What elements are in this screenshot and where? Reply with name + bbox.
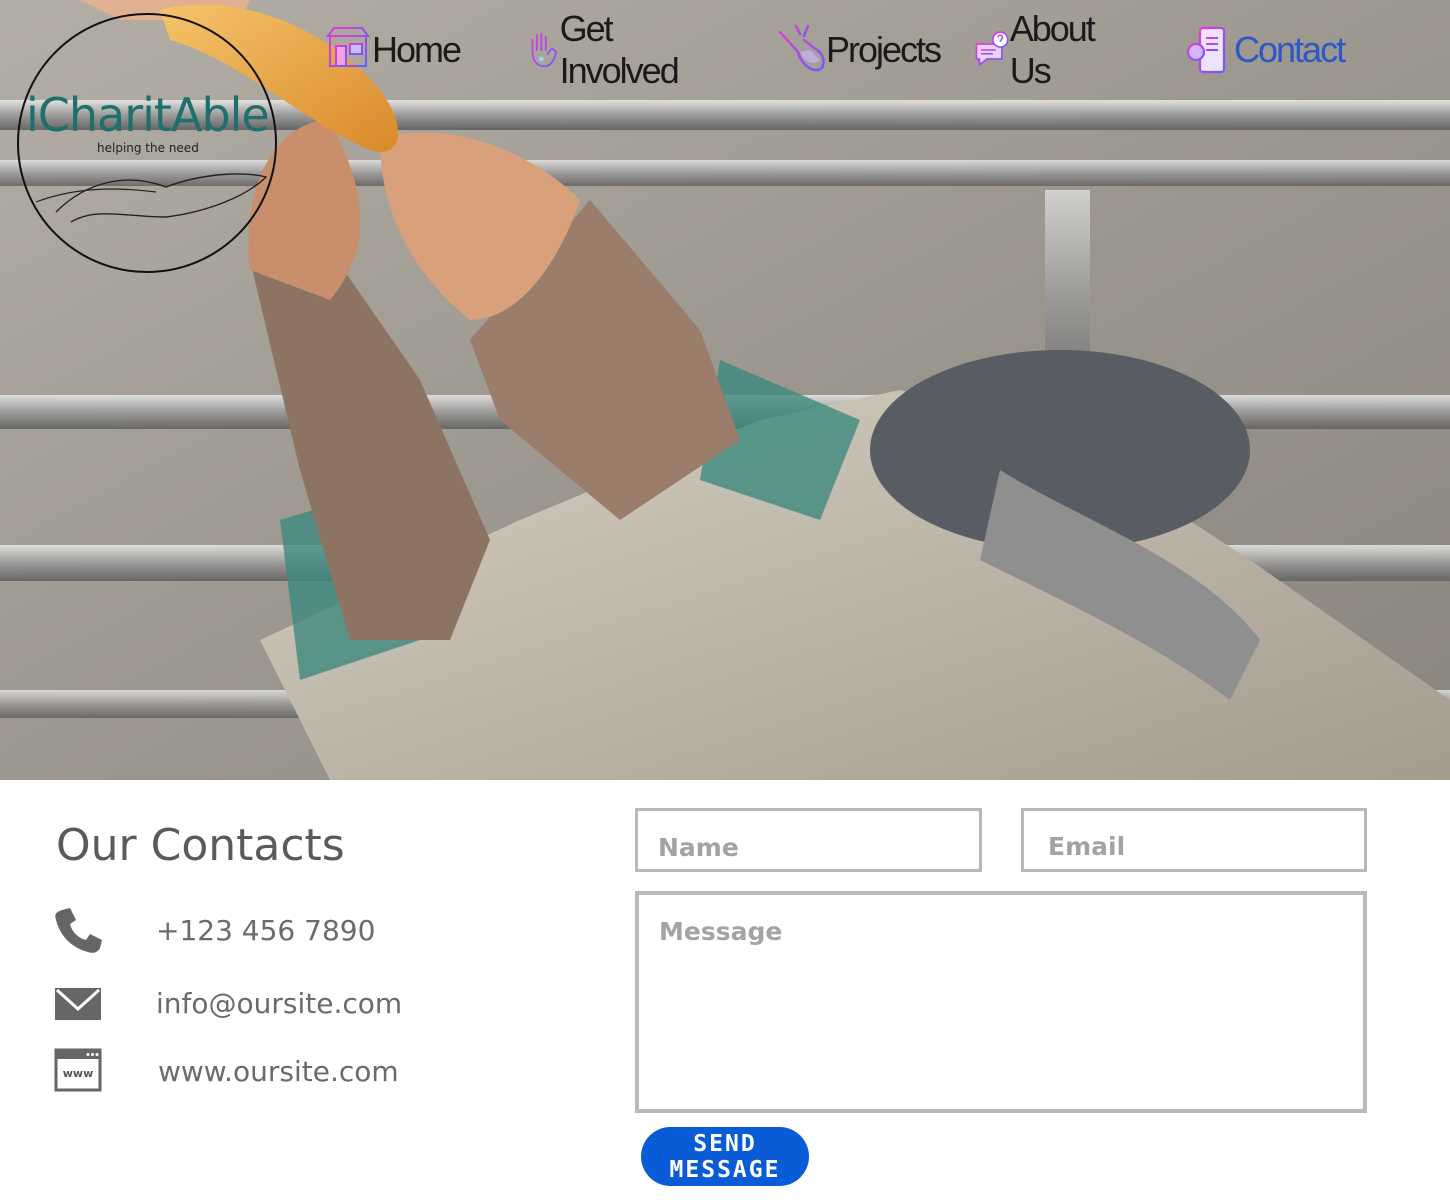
nav-item-about-us[interactable]: About Us (972, 8, 1108, 91)
contact-email[interactable]: info@oursite.com (156, 987, 402, 1020)
name-field[interactable] (635, 808, 982, 872)
nav-item-contact[interactable]: Contact (1182, 18, 1346, 82)
browser-www-icon: www (54, 1048, 102, 1092)
brand-tagline: helping the need (97, 141, 199, 155)
contact-phone[interactable]: +123 456 7890 (156, 914, 375, 947)
email-input[interactable] (1048, 823, 1340, 869)
envelope-icon (55, 988, 101, 1020)
nav-label-contact: Contact (1234, 29, 1346, 70)
email-field[interactable] (1021, 808, 1367, 872)
chat-question-icon (975, 31, 1009, 67)
message-textarea[interactable] (659, 917, 1343, 1087)
nav-label-home: Home (372, 29, 462, 70)
contact-website-row: www www.oursite.com (54, 1046, 399, 1096)
nav-label-projects: Projects (826, 29, 942, 70)
contact-book-icon (1186, 26, 1228, 74)
contact-phone-row: +123 456 7890 (54, 905, 375, 955)
nav-item-get-involved[interactable]: Get Involved (522, 8, 692, 91)
phone-icon (55, 908, 102, 953)
home-store-icon (324, 27, 372, 67)
message-field[interactable] (635, 891, 1367, 1113)
send-message-button[interactable]: SEND MESSAGE (641, 1127, 809, 1186)
brand-logo[interactable]: iCharitAble helping the need (16, 12, 278, 274)
website-icon-label: www (63, 1067, 94, 1080)
contacts-title: Our Contacts (56, 820, 345, 871)
hand-pointing-icon (778, 24, 825, 72)
nav-label-about-us: About Us (1009, 8, 1096, 91)
nav-item-projects[interactable]: Projects (774, 18, 942, 82)
nav-label-get-involved: Get Involved (559, 8, 680, 91)
nav-item-home[interactable]: Home (320, 18, 462, 82)
raised-hand-icon (531, 32, 558, 68)
contact-website[interactable]: www.oursite.com (158, 1055, 399, 1088)
contact-email-row: info@oursite.com (54, 978, 402, 1028)
name-input[interactable] (658, 825, 959, 869)
brand-name: iCharitAble (26, 88, 270, 142)
